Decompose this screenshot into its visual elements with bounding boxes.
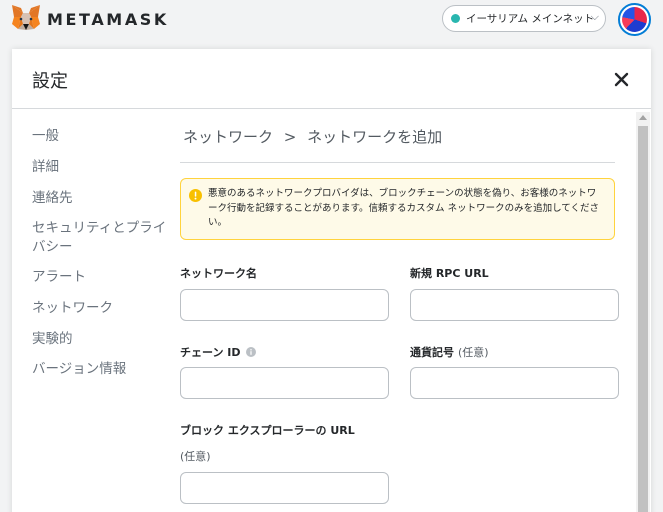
sidebar-item-contacts[interactable]: 連絡先 xyxy=(32,189,172,208)
chain-id-label: チェーン ID xyxy=(180,344,256,360)
add-network-form: ネットワーク > ネットワークを追加 悪意のあるネットワークプロバイダは、ブロッ… xyxy=(180,109,630,512)
account-identicon xyxy=(622,7,647,32)
network-name-input[interactable] xyxy=(180,289,389,321)
rpc-url-label-text: 新規 RPC URL xyxy=(410,267,489,280)
explorer-url-input[interactable] xyxy=(180,472,389,504)
divider xyxy=(180,162,615,163)
optional-tag: (任意) xyxy=(458,346,489,359)
network-name-label-text: ネットワーク名 xyxy=(180,267,257,280)
sidebar-item-experimental[interactable]: 実験的 xyxy=(32,330,172,349)
close-icon[interactable] xyxy=(612,69,632,89)
settings-header: 設定 xyxy=(12,49,651,109)
sidebar-item-advanced[interactable]: 詳細 xyxy=(32,158,172,177)
breadcrumb: ネットワーク > ネットワークを追加 xyxy=(183,126,442,147)
settings-panel: 設定 一般 詳細 連絡先 セキュリティとプライバシー アラート ネットワーク 実… xyxy=(12,49,651,512)
account-avatar[interactable] xyxy=(618,3,651,36)
breadcrumb-current: ネットワークを追加 xyxy=(307,128,443,146)
warning-text: 悪意のあるネットワークプロバイダは、ブロックチェーンの状態を偽り、お客様のネット… xyxy=(208,188,600,228)
sidebar-item-alerts[interactable]: アラート xyxy=(32,268,172,287)
breadcrumb-separator: > xyxy=(283,128,297,146)
currency-symbol-input[interactable] xyxy=(410,367,619,399)
rpc-url-label: 新規 RPC URL xyxy=(410,265,489,281)
sidebar-item-general[interactable]: 一般 xyxy=(32,127,172,146)
sidebar-item-security[interactable]: セキュリティとプライバシー xyxy=(32,219,172,257)
chain-id-input[interactable] xyxy=(180,367,389,399)
sidebar-item-about[interactable]: バージョン情報 xyxy=(32,360,172,379)
explorer-url-label-text: ブロック エクスプローラーの URL xyxy=(180,424,355,437)
scrollbar[interactable] xyxy=(636,112,650,512)
chain-id-label-text: チェーン ID xyxy=(180,346,241,359)
top-bar: METAMASK イーサリアム メインネット ⌵ xyxy=(0,0,663,40)
network-selector[interactable]: イーサリアム メインネット ⌵ xyxy=(442,5,606,32)
network-name: イーサリアム メインネット xyxy=(466,13,595,25)
info-icon[interactable] xyxy=(245,347,256,357)
page-title: 設定 xyxy=(32,71,68,92)
brand-wordmark: METAMASK xyxy=(47,10,169,29)
explorer-url-label: ブロック エクスプローラーの URL xyxy=(180,422,355,438)
network-status-dot xyxy=(451,14,460,23)
chevron-down-icon: ⌵ xyxy=(590,10,599,23)
optional-tag: (任意) xyxy=(180,450,211,463)
currency-symbol-label-text: 通貨記号 xyxy=(410,346,454,359)
currency-symbol-label: 通貨記号 (任意) xyxy=(410,344,489,360)
scroll-up-arrow-icon[interactable] xyxy=(639,115,647,120)
sidebar-item-networks[interactable]: ネットワーク xyxy=(32,299,172,318)
metamask-fox-icon[interactable] xyxy=(10,4,42,32)
scrollbar-thumb[interactable] xyxy=(638,126,648,512)
breadcrumb-parent[interactable]: ネットワーク xyxy=(183,128,273,146)
warning-info-icon xyxy=(189,189,202,202)
network-name-label: ネットワーク名 xyxy=(180,265,257,281)
rpc-url-input[interactable] xyxy=(410,289,619,321)
warning-banner: 悪意のあるネットワークプロバイダは、ブロックチェーンの状態を偽り、お客様のネット… xyxy=(180,178,615,240)
